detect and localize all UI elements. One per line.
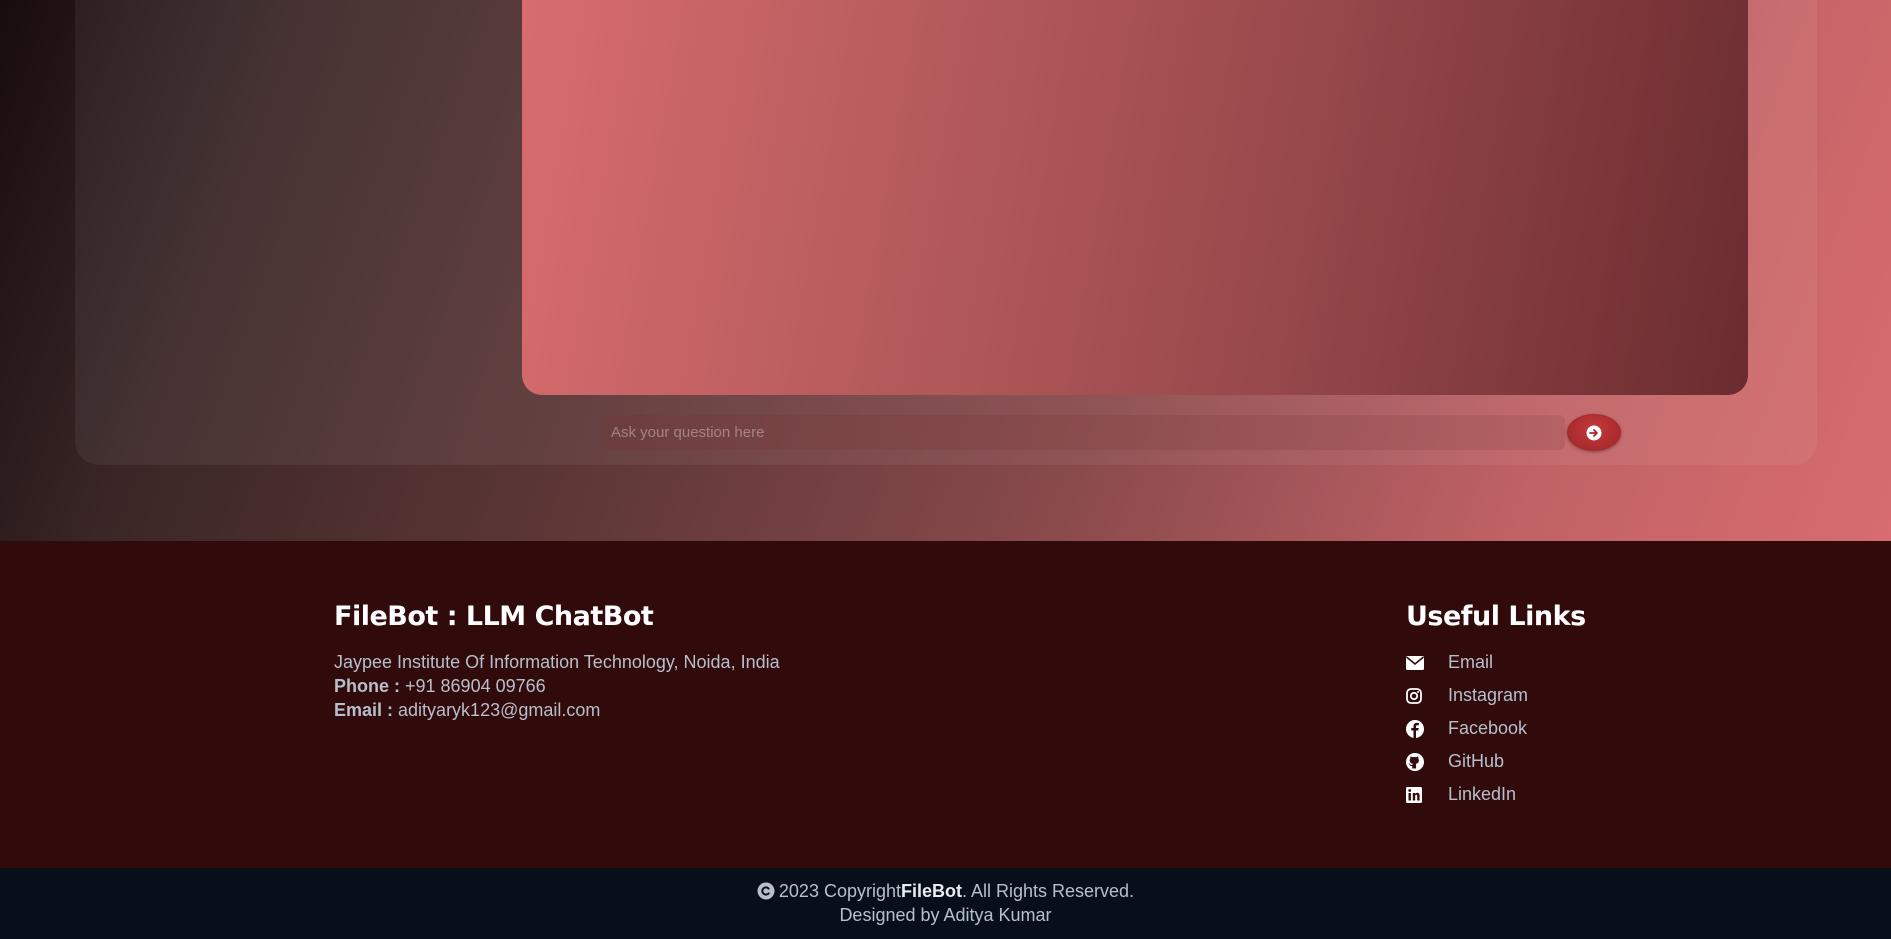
instagram-link[interactable]: Instagram <box>1448 685 1528 706</box>
email-link[interactable]: Email <box>1448 652 1493 673</box>
copyright-line: 2023 Copyright FileBot . All Rights Rese… <box>0 879 1891 903</box>
github-link[interactable]: GitHub <box>1448 751 1504 772</box>
link-item-github: GitHub <box>1406 745 1586 778</box>
useful-links-list: Email Instagram Facebook GitHub LinkedIn <box>1406 646 1586 811</box>
chat-messages-area <box>522 0 1748 395</box>
facebook-icon <box>1406 719 1428 738</box>
useful-links-title: Useful Links <box>1406 601 1586 632</box>
copyright-suffix: . All Rights Reserved. <box>962 881 1135 901</box>
link-item-facebook: Facebook <box>1406 712 1586 745</box>
facebook-link[interactable]: Facebook <box>1448 718 1527 739</box>
envelope-icon <box>1406 654 1428 672</box>
footer-brand-column: FileBot : LLM ChatBot Jaypee Institute O… <box>334 601 780 722</box>
arrow-right-circle-icon <box>1586 425 1602 440</box>
footer-address: Jaypee Institute Of Information Technolo… <box>334 652 780 672</box>
useful-links-column: Useful Links Email Instagram Facebook Gi… <box>1406 601 1586 811</box>
copyright-brand: FileBot <box>901 881 962 901</box>
link-item-email: Email <box>1406 646 1586 679</box>
copyright-year-text: 2023 Copyright <box>778 881 901 901</box>
phone-label: Phone : <box>334 676 400 696</box>
copyright-icon <box>757 882 775 900</box>
link-item-linkedin: LinkedIn <box>1406 778 1586 811</box>
footer-brand-title: FileBot : LLM ChatBot <box>334 601 654 632</box>
footer-email: Email : adityaryk123@gmail.com <box>334 698 780 722</box>
hero-section <box>0 0 1891 541</box>
instagram-icon <box>1406 687 1428 705</box>
email-label: Email : <box>334 700 394 720</box>
email-value: adityaryk123@gmail.com <box>393 700 601 720</box>
copyright-bar: 2023 Copyright FileBot . All Rights Rese… <box>0 868 1891 939</box>
send-button[interactable] <box>1567 414 1621 451</box>
footer-contact-info: Jaypee Institute Of Information Technolo… <box>334 650 780 722</box>
question-input[interactable] <box>601 415 1565 450</box>
footer: FileBot : LLM ChatBot Jaypee Institute O… <box>0 541 1891 868</box>
phone-value: +91 86904 09766 <box>400 676 546 696</box>
linkedin-icon <box>1406 786 1428 804</box>
github-icon <box>1406 752 1428 771</box>
footer-phone: Phone : +91 86904 09766 <box>334 674 780 698</box>
linkedin-link[interactable]: LinkedIn <box>1448 784 1516 805</box>
link-item-instagram: Instagram <box>1406 679 1586 712</box>
designed-by: Designed by Aditya Kumar <box>839 905 1052 925</box>
